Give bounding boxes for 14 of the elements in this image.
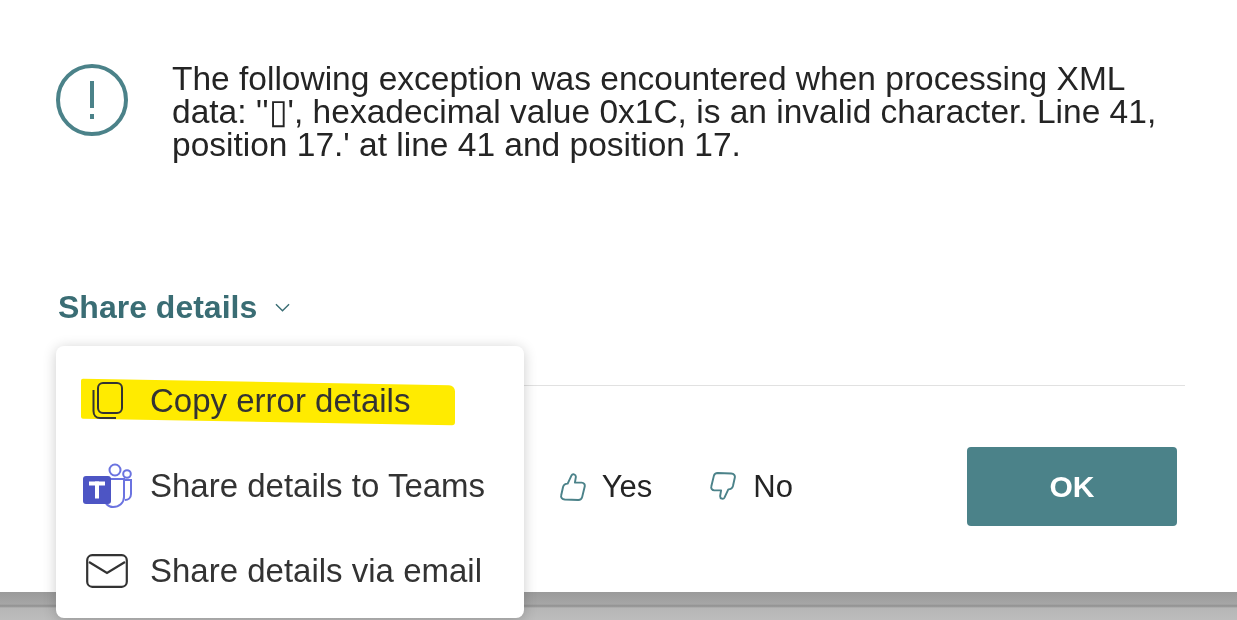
menu-item[interactable]: Copy error details [56,358,524,443]
alert-icon [56,64,128,136]
menu-item[interactable]: Share details to Teams [56,443,524,528]
envelope-icon [86,553,128,588]
teams-logo-icon [82,463,132,508]
feedback-button[interactable]: No [710,468,793,505]
ok-button[interactable]: OK [967,447,1177,526]
copy-icon [91,382,123,419]
feedback-button[interactable]: Yes [558,468,653,505]
share-details-button[interactable]: Share details [58,287,291,327]
menu-item[interactable]: Share details via email [56,528,524,613]
thumbs-down-icon [710,472,738,501]
error-message: The following exception was encountered when processing XML data: ''▯', hexadecimal value 0x1C, is an invalid character. Line 41, position 17.' at line 41 and position 17. [172,62,1158,161]
thumbs-up-icon [558,472,586,501]
